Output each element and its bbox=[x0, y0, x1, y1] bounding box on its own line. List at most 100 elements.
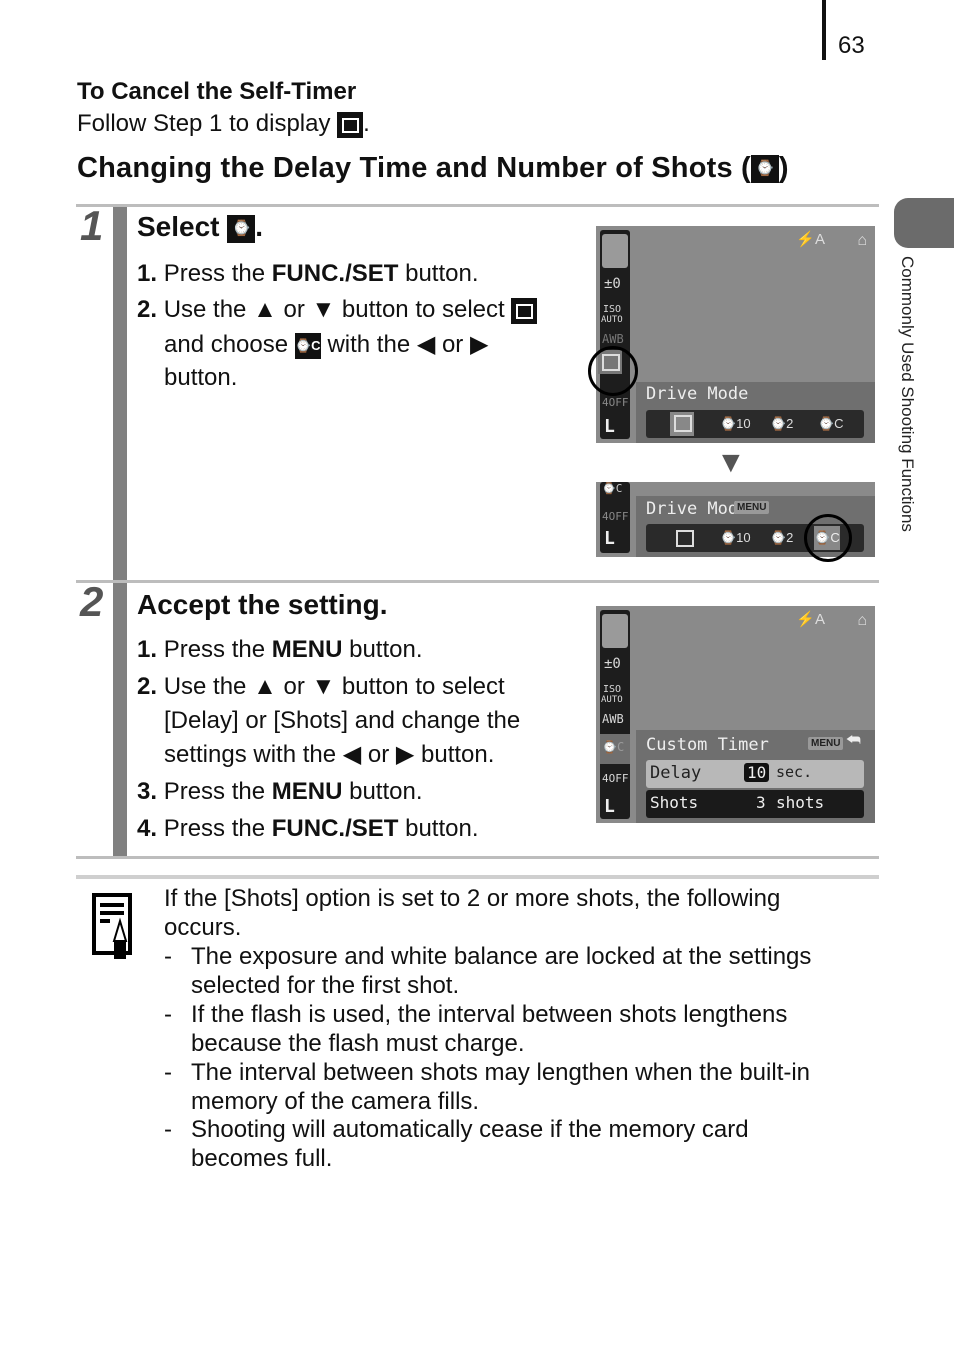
flash-auto-icon: ⚡A bbox=[796, 611, 825, 628]
func-set-label: FUNC./SET bbox=[271, 815, 399, 842]
section-title-end: ) bbox=[778, 152, 789, 184]
drive-mode-label: Drive Mode bbox=[646, 499, 749, 519]
single-shot-icon bbox=[511, 297, 538, 324]
custom-timer-icon: ⌚C bbox=[602, 740, 625, 754]
text: button. bbox=[349, 636, 423, 663]
flash-auto-icon: ⚡A bbox=[796, 231, 825, 248]
text: Use the ▲ or ▼ button to select bbox=[163, 673, 505, 700]
custom-timer-icon[interactable]: ⌚C bbox=[818, 416, 844, 432]
chapter-tab bbox=[894, 198, 954, 248]
step2-number: 2 bbox=[80, 578, 104, 625]
custom-timer-icon: ⌚C bbox=[750, 155, 779, 205]
note-bullet: The interval between shots may lengthen … bbox=[191, 1059, 811, 1086]
white-balance: AWB bbox=[602, 712, 624, 726]
iso-label: ISO bbox=[603, 304, 622, 315]
red-eye-off: 4OFF bbox=[602, 510, 629, 523]
delay-label: Delay bbox=[650, 763, 702, 783]
item-num: 1. bbox=[137, 636, 158, 663]
camera-screen-custom-timer: ±0 ISO AUTO AWB ⌚C 4OFF L ⚡A ⌂ Custom Ti… bbox=[596, 606, 875, 823]
cancel-period: . bbox=[363, 110, 370, 137]
white-balance: AWB bbox=[602, 332, 624, 346]
divider bbox=[76, 856, 879, 859]
iso-auto: AUTO bbox=[601, 315, 623, 325]
camera-mode-icon bbox=[602, 234, 628, 268]
step1-line1: 1. Press the FUNC./SET button. bbox=[137, 260, 479, 288]
text: Use the ▲ or ▼ button to select bbox=[163, 296, 505, 323]
text: Press the bbox=[163, 778, 266, 805]
exposure-comp: ±0 bbox=[604, 276, 621, 292]
note-bullet-cont: becomes full. bbox=[191, 1145, 333, 1172]
arrow-down-icon: ▼ bbox=[716, 446, 746, 479]
step2-item2: 2. Use the ▲ or ▼ button to select bbox=[137, 673, 505, 701]
step2-title: Accept the setting. bbox=[137, 589, 388, 620]
timer-2-icon[interactable]: ⌚2 bbox=[770, 530, 793, 546]
timer-10-icon[interactable]: ⌚10 bbox=[720, 416, 751, 432]
text: button. bbox=[349, 778, 423, 805]
shots-value: 3 bbox=[756, 793, 766, 812]
shots-unit: shots bbox=[776, 793, 825, 812]
note-bullet-dash: - bbox=[164, 1059, 172, 1086]
back-arrow-icon[interactable]: ⮪ bbox=[846, 732, 861, 750]
text: button. bbox=[405, 260, 479, 287]
highlight-circle bbox=[804, 514, 852, 562]
red-eye-off: 4OFF bbox=[602, 396, 629, 409]
section-title: Changing the Delay Time and Number of Sh… bbox=[77, 152, 789, 205]
camera-mode-icon bbox=[602, 614, 628, 648]
step1-number: 1 bbox=[80, 202, 104, 249]
custom-timer-icon: ⌚C bbox=[227, 214, 256, 265]
delay-value[interactable]: 10 bbox=[744, 763, 770, 782]
menu-label: MENU bbox=[271, 636, 343, 663]
text: button. bbox=[405, 815, 479, 842]
image-size: L bbox=[604, 796, 615, 817]
item-num: 2. bbox=[137, 673, 158, 700]
note-bullet-dash: - bbox=[164, 943, 172, 970]
highlight-circle bbox=[588, 346, 638, 396]
image-size: L bbox=[604, 528, 615, 549]
page-number: 63 bbox=[838, 32, 865, 59]
cancel-heading: To Cancel the Self-Timer bbox=[77, 78, 357, 105]
menu-badge: MENU bbox=[808, 737, 844, 750]
text: Press the bbox=[163, 636, 266, 663]
item-num: 4. bbox=[137, 815, 158, 842]
divider bbox=[76, 580, 879, 583]
page-number-bar bbox=[822, 0, 826, 60]
text: Press the bbox=[163, 260, 266, 287]
timer-2-icon[interactable]: ⌚2 bbox=[770, 416, 793, 432]
camera-orientation-icon: ⌂ bbox=[857, 232, 867, 249]
step2-item2-cont: [Delay] or [Shots] and change the bbox=[164, 707, 521, 734]
item-num: 1. bbox=[137, 260, 158, 287]
timer-10-icon[interactable]: ⌚10 bbox=[720, 530, 751, 546]
cancel-body: Follow Step 1 to display . bbox=[77, 110, 370, 138]
note-bullet-cont: selected for the first shot. bbox=[191, 972, 460, 999]
drive-mode-label: Drive Mode bbox=[646, 384, 749, 404]
custom-timer-icon: ⌚C bbox=[294, 332, 321, 359]
step2-bar bbox=[113, 583, 127, 856]
note-bullet: Shooting will automatically cease if the… bbox=[191, 1116, 749, 1143]
note-intro: If the [Shots] option is set to 2 or mor… bbox=[164, 885, 781, 912]
note-bullet-cont: because the flash must charge. bbox=[191, 1030, 525, 1057]
delay-unit: sec. bbox=[776, 763, 813, 781]
note-bullet-dash: - bbox=[164, 1116, 172, 1143]
iso-label: ISO bbox=[603, 684, 622, 695]
iso-auto: AUTO bbox=[601, 695, 623, 705]
single-shot-icon bbox=[337, 111, 364, 138]
note-intro-cont: occurs. bbox=[164, 914, 242, 941]
single-shot-icon[interactable] bbox=[676, 530, 694, 547]
item-num: 2. bbox=[137, 296, 158, 323]
step2-item3: 3. Press the MENU button. bbox=[137, 778, 423, 806]
step1-title: Select ⌚C. bbox=[137, 211, 263, 265]
custom-timer-title: Custom Timer bbox=[646, 735, 769, 755]
note-bullet: If the flash is used, the interval betwe… bbox=[191, 1001, 788, 1028]
item-num: 3. bbox=[137, 778, 158, 805]
note-divider bbox=[76, 875, 879, 879]
divider bbox=[76, 204, 879, 207]
red-eye-off: 4OFF bbox=[602, 772, 629, 785]
section-title-text: Changing the Delay Time and Number of Sh… bbox=[77, 152, 751, 184]
menu-label: MENU bbox=[271, 778, 343, 805]
step2-item4: 4. Press the FUNC./SET button. bbox=[137, 815, 479, 843]
step1-title-text: Select bbox=[137, 211, 220, 242]
step1-line3: and choose ⌚C with the ◀ or ▶ bbox=[164, 330, 488, 359]
step1-bar bbox=[113, 207, 127, 580]
single-shot-icon bbox=[674, 415, 692, 432]
memo-icon bbox=[92, 893, 132, 959]
